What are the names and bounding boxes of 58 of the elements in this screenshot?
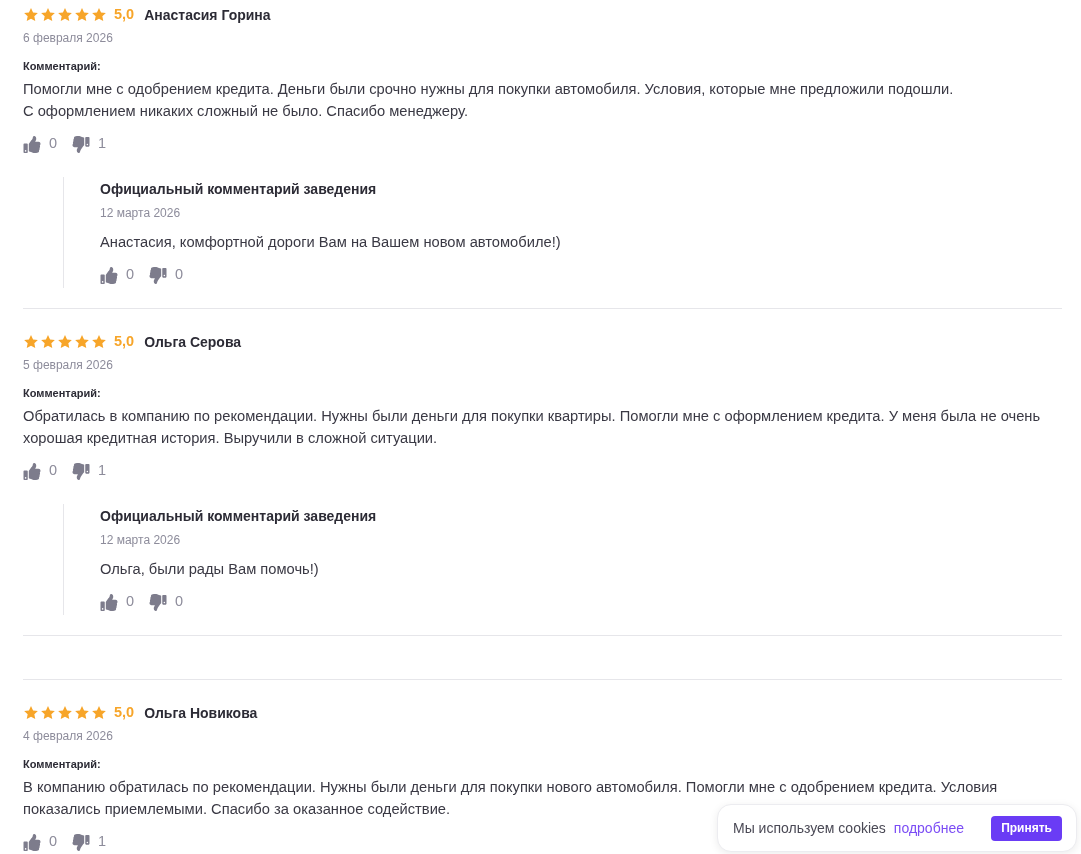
like-button[interactable]: 0 xyxy=(100,591,135,613)
dislike-button[interactable]: 1 xyxy=(72,460,107,482)
author-name: Ольга Новикова xyxy=(144,703,258,723)
reply-text: Ольга, были рады Вам помочь!) xyxy=(100,560,320,579)
review-text: Помогли мне с одобрением кредита. Деньги были срочно нужны для покупки автомобиля. Условия, которые мне предложили подошли. С оформлением никаких сложный не было. Спасибо менеджеру. xyxy=(23,80,955,121)
thumbs-up-icon xyxy=(23,135,41,153)
star-icon xyxy=(23,7,39,23)
reply-date: 12 марта 2026 xyxy=(100,205,182,221)
thumbs-up-icon xyxy=(100,593,118,611)
thumbs-down-icon xyxy=(149,266,168,284)
rating-value: 5,0 xyxy=(114,5,135,25)
comment-label: Комментарий: xyxy=(23,59,102,74)
thumbs-up-icon xyxy=(23,833,41,851)
dislike-button[interactable]: 0 xyxy=(149,264,184,286)
author-name: Анастасия Горина xyxy=(144,5,271,25)
thumbs-down-icon xyxy=(149,593,168,611)
dislike-button[interactable]: 1 xyxy=(72,831,107,853)
thumbs-down-icon xyxy=(72,462,91,480)
star-icon xyxy=(57,705,73,721)
star-icon xyxy=(91,705,107,721)
star-icon xyxy=(91,7,107,23)
thumbs-up-icon xyxy=(23,462,41,480)
rating-value: 5,0 xyxy=(114,332,135,352)
rating-value: 5,0 xyxy=(114,703,135,723)
thumbs-down-icon xyxy=(72,833,91,851)
star-icon xyxy=(91,334,107,350)
comment-label: Комментарий: xyxy=(23,386,102,401)
star-icon xyxy=(40,7,56,23)
star-icon xyxy=(40,705,56,721)
star-icon xyxy=(57,334,73,350)
like-button[interactable]: 0 xyxy=(23,460,58,482)
star-icon xyxy=(74,7,90,23)
reply-text: Анастасия, комфортной дороги Вам на Вашем новом автомобиле!) xyxy=(100,233,562,252)
star-icon xyxy=(74,334,90,350)
author-name: Ольга Серова xyxy=(144,332,242,352)
thumbs-up-icon xyxy=(100,266,118,284)
review-text: Обратилась в компанию по рекомендации. Нужны были деньги для покупки квартиры. Помогли мне с оформлением кредита. У меня была не очень хорошая кредитная история. Выручили в сложной ситуации. xyxy=(23,407,1042,448)
like-button[interactable]: 0 xyxy=(23,831,58,853)
dislike-button[interactable]: 1 xyxy=(72,133,107,155)
like-button[interactable]: 0 xyxy=(100,264,135,286)
cookie-text: Мы используем cookies xyxy=(733,818,886,838)
details-link[interactable]: подробнее xyxy=(893,817,964,839)
star-icon xyxy=(40,334,56,350)
star-icon xyxy=(57,7,73,23)
like-button[interactable]: 0 xyxy=(23,133,58,155)
dislike-button[interactable]: 0 xyxy=(149,591,184,613)
star-icon xyxy=(23,705,39,721)
thumbs-down-icon xyxy=(72,135,91,153)
review-date: 6 февраля 2026 xyxy=(23,30,114,46)
review-date: 5 февраля 2026 xyxy=(23,357,114,373)
star-icon xyxy=(74,705,90,721)
star-icon xyxy=(23,334,39,350)
reply-date: 12 марта 2026 xyxy=(100,532,182,548)
reply-title: Официальный комментарий заведения xyxy=(100,507,378,526)
accept-button[interactable]: Принять xyxy=(991,815,1062,841)
review-date: 4 февраля 2026 xyxy=(23,728,114,744)
reply-title: Официальный комментарий заведения xyxy=(100,180,378,199)
comment-label: Комментарий: xyxy=(23,757,102,772)
